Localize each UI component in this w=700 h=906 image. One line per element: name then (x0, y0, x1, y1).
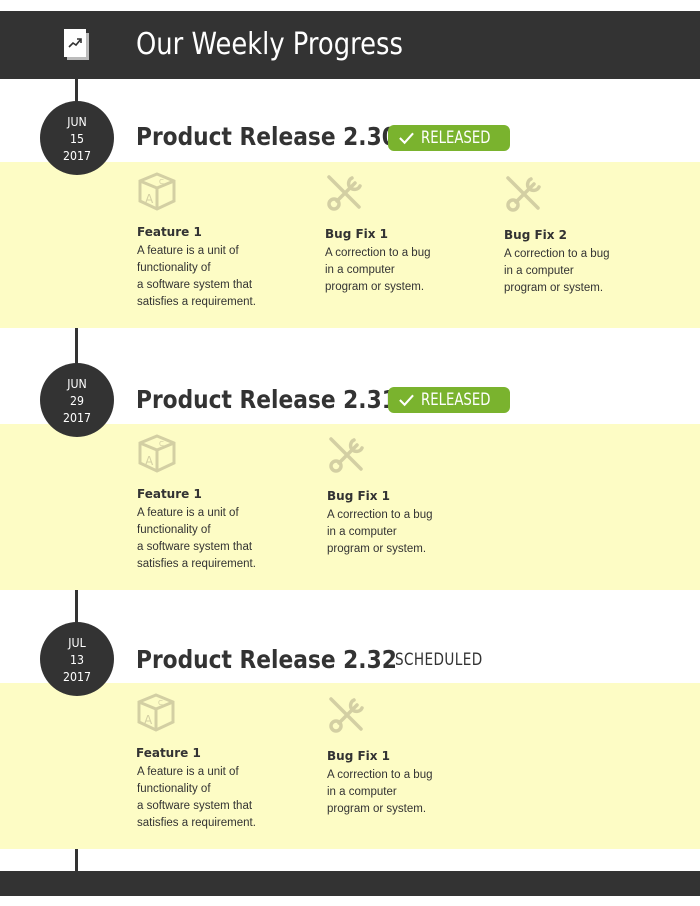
abc-block-icon: AC (138, 172, 176, 211)
date-year: 2017 (63, 668, 91, 684)
feature-item: AC Feature 1 A feature is a unit of func… (136, 692, 306, 832)
svg-text:C: C (159, 440, 164, 448)
desc-line: A correction to a bug (504, 248, 610, 260)
bugfix-item: Bug Fix 1 A correction to a bug in a com… (327, 435, 497, 558)
wrench-screwdriver-icon (506, 176, 541, 212)
item-description: A correction to a bug in a computer prog… (504, 246, 674, 297)
status-badge-released: RELEASED (388, 387, 510, 413)
desc-line: program or system. (327, 543, 427, 555)
desc-line: satisfies a requirement. (137, 817, 256, 829)
desc-line: satisfies a requirement. (137, 558, 256, 570)
bugfix-item: Bug Fix 2 A correction to a bug in a com… (504, 174, 674, 297)
item-description: A feature is a unit of functionality of … (137, 243, 307, 311)
item-title: Bug Fix 1 (327, 489, 391, 503)
desc-line: a software system that (137, 279, 253, 291)
date-day: 15 (70, 130, 84, 146)
feature-item: AC Feature 1 A feature is a unit of func… (137, 433, 307, 573)
status-badge-released: RELEASED (388, 125, 510, 151)
svg-text:C: C (159, 178, 164, 186)
item-description: A feature is a unit of functionality of … (137, 764, 306, 832)
status-label: RELEASED (420, 128, 491, 148)
status-badge-scheduled: SCHEDULED (395, 650, 483, 670)
item-description: A correction to a bug in a computer prog… (327, 507, 497, 558)
item-description: A correction to a bug in a computer prog… (325, 245, 495, 296)
desc-line: program or system. (325, 281, 425, 293)
svg-text:A: A (145, 192, 154, 206)
desc-line: in a computer (327, 786, 397, 798)
desc-line: in a computer (504, 265, 574, 277)
desc-line: functionality of (137, 262, 211, 274)
desc-line: a software system that (137, 541, 253, 553)
date-year: 2017 (63, 147, 91, 163)
wrench-screwdriver-icon (327, 175, 362, 211)
date-day: 13 (70, 651, 84, 667)
page-header: Our Weekly Progress (0, 11, 700, 79)
bugfix-item: Bug Fix 1 A correction to a bug in a com… (327, 695, 497, 818)
desc-line: A feature is a unit of (137, 766, 239, 778)
date-badge: JUL 13 2017 (40, 622, 114, 696)
desc-line: satisfies a requirement. (137, 296, 256, 308)
date-month: JUL (68, 634, 86, 650)
item-title: Feature 1 (137, 225, 202, 239)
release-title: Product Release 2.30 (136, 122, 397, 151)
desc-line: program or system. (327, 803, 427, 815)
date-year: 2017 (63, 409, 91, 425)
item-title: Bug Fix 2 (504, 228, 568, 242)
date-badge: JUN 29 2017 (40, 363, 114, 437)
item-title: Bug Fix 1 (325, 227, 389, 241)
release-title: Product Release 2.32 (136, 645, 397, 674)
date-day: 29 (70, 392, 84, 408)
desc-line: functionality of (137, 524, 211, 536)
wrench-screwdriver-icon (329, 437, 364, 473)
svg-text:C: C (158, 699, 163, 707)
item-title: Bug Fix 1 (327, 749, 391, 763)
page-title: Our Weekly Progress (136, 27, 403, 62)
page-footer (0, 871, 700, 896)
desc-line: in a computer (327, 526, 397, 538)
item-description: A correction to a bug in a computer prog… (327, 767, 497, 818)
feature-item: AC Feature 1 A feature is a unit of func… (137, 171, 307, 311)
abc-block-icon: AC (137, 693, 175, 732)
abc-block-icon: AC (138, 434, 176, 473)
desc-line: functionality of (137, 783, 211, 795)
desc-line: in a computer (325, 264, 395, 276)
desc-line: program or system. (504, 282, 604, 294)
svg-text:A: A (145, 454, 154, 468)
wrench-screwdriver-icon (329, 697, 364, 733)
item-title: Feature 1 (136, 746, 201, 760)
date-month: JUN (67, 113, 87, 129)
desc-line: A feature is a unit of (137, 245, 239, 257)
date-badge: JUN 15 2017 (40, 101, 114, 175)
trending-chart-icon (64, 29, 89, 60)
bugfix-item: Bug Fix 1 A correction to a bug in a com… (325, 173, 495, 296)
desc-line: a software system that (137, 800, 253, 812)
item-title: Feature 1 (137, 487, 202, 501)
desc-line: A feature is a unit of (137, 507, 239, 519)
desc-line: A correction to a bug (327, 509, 433, 521)
desc-line: A correction to a bug (325, 247, 431, 259)
item-description: A feature is a unit of functionality of … (137, 505, 307, 573)
date-month: JUN (67, 375, 87, 391)
status-label: RELEASED (420, 390, 491, 410)
release-title: Product Release 2.31 (136, 385, 397, 414)
checkmark-icon (399, 394, 414, 407)
svg-text:A: A (144, 713, 153, 727)
desc-line: A correction to a bug (327, 769, 433, 781)
checkmark-icon (399, 132, 414, 145)
